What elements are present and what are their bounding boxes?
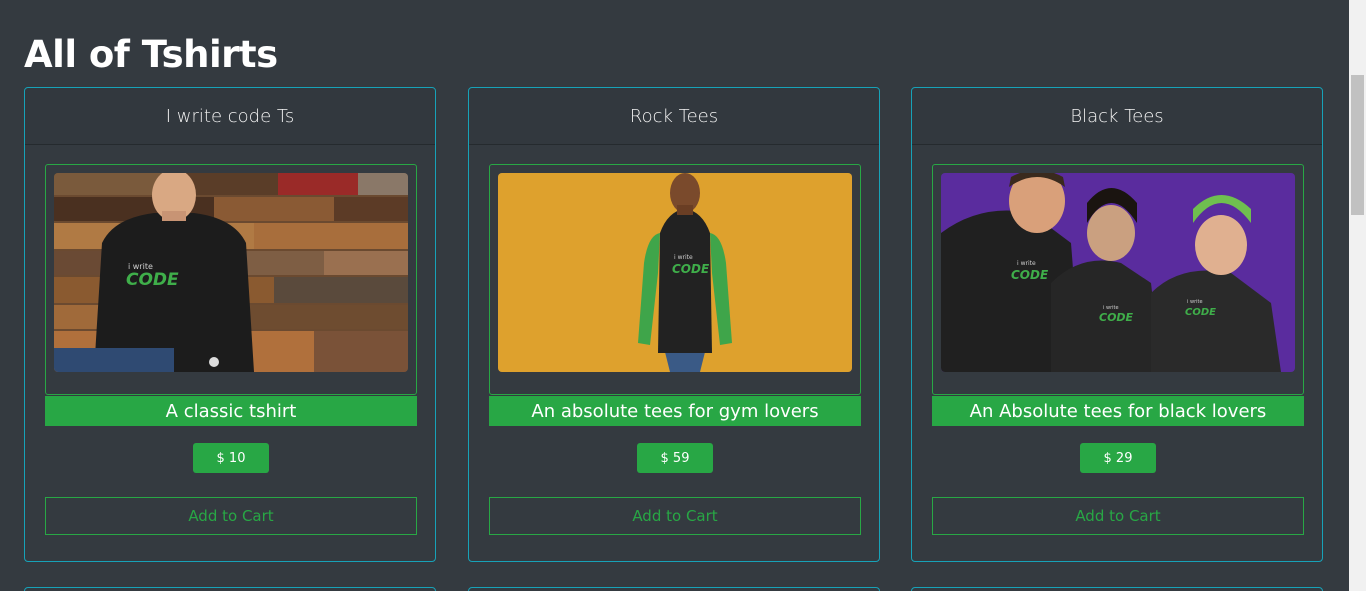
shirt-print-large: CODE [1099,311,1134,324]
add-to-cart-button[interactable]: Add to Cart [932,497,1304,535]
product-card-next-row [468,587,880,591]
product-image-frame: i write CODE [45,164,417,395]
shirt-print-large: CODE [126,270,179,290]
product-name: Rock Tees [469,88,879,145]
shirt-print-small: i write [674,254,693,261]
price-badge: $ 10 [193,443,269,473]
shirt-print-small: i write [1187,299,1203,305]
product-image[interactable]: i write CODE [498,173,852,372]
product-card: I write code Ts i write CODE A classic t… [24,87,436,562]
shirt-print-large: CODE [1185,307,1216,318]
product-name: I write code Ts [25,88,435,145]
page-title: All of Tshirts [24,33,278,76]
product-description: A classic tshirt [45,396,417,426]
price-badge: $ 59 [637,443,713,473]
add-to-cart-button[interactable]: Add to Cart [45,497,417,535]
product-name: Black Tees [912,88,1322,145]
product-card: Rock Tees i write CODE An absolute tees … [468,87,880,562]
product-card: Black Tees i write CODE i write CODE i w… [911,87,1323,562]
product-description: An absolute tees for gym lovers [489,396,861,426]
product-image-frame: i write CODE [489,164,861,395]
product-image-frame: i write CODE i write CODE i write CODE [932,164,1304,395]
product-image[interactable]: i write CODE [54,173,408,372]
shirt-print-large: CODE [1011,268,1049,282]
product-description: An Absolute tees for black lovers [932,396,1304,426]
add-to-cart-button[interactable]: Add to Cart [489,497,861,535]
shirt-print-large: CODE [672,262,710,276]
shirt-print-small: i write [1017,260,1036,267]
vertical-scrollbar[interactable] [1349,0,1366,591]
page: All of Tshirts I write code Ts i write C… [0,0,1349,591]
product-card-next-row [911,587,1323,591]
scrollbar-thumb[interactable] [1351,75,1364,215]
product-card-next-row [24,587,436,591]
price-badge: $ 29 [1080,443,1156,473]
product-image[interactable]: i write CODE i write CODE i write CODE [941,173,1295,372]
